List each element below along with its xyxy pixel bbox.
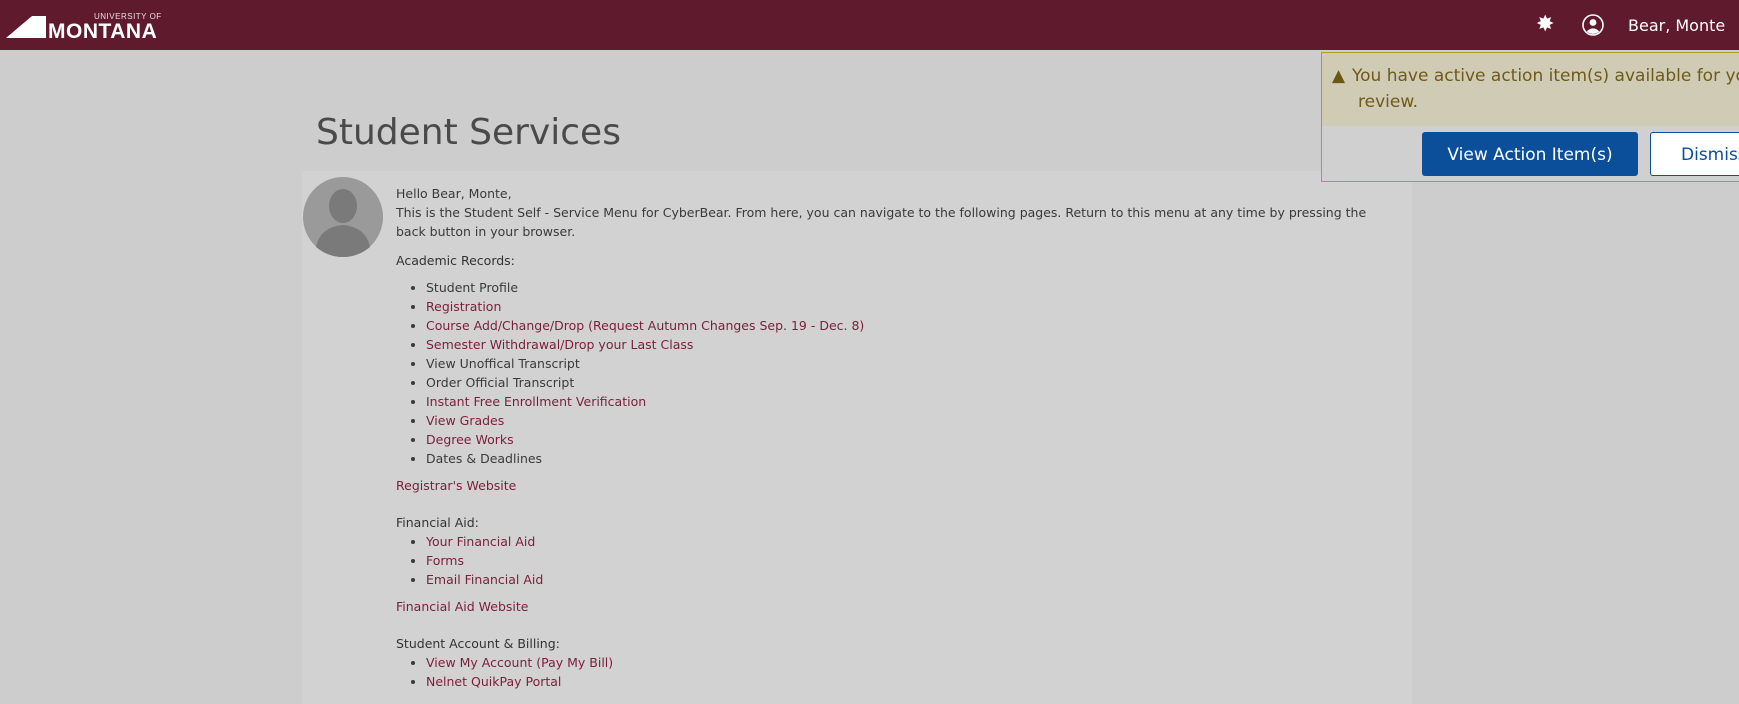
view-grades-link[interactable]: View Grades [426, 413, 504, 428]
list-item: Nelnet QuikPay Portal [426, 672, 1396, 691]
list-item: Student Profile [426, 278, 1396, 297]
list-item: Semester Withdrawal/Drop your Last Class [426, 335, 1396, 354]
official-transcript-link[interactable]: Order Official Transcript [426, 375, 574, 390]
registration-link[interactable]: Registration [426, 299, 501, 314]
nelnet-quikpay-link[interactable]: Nelnet QuikPay Portal [426, 674, 561, 689]
list-item: Instant Free Enrollment Verification [426, 392, 1396, 411]
list-item: Registration [426, 297, 1396, 316]
main-content: Hello Bear, Monte, This is the Student S… [396, 184, 1396, 697]
financial-aid-list: Your Financial Aid Forms Email Financial… [396, 532, 1396, 589]
user-circle-icon[interactable] [1582, 14, 1604, 36]
list-item: View My Account (Pay My Bill) [426, 653, 1396, 672]
dates-deadlines-link[interactable]: Dates & Deadlines [426, 451, 542, 466]
list-item: Course Add/Change/Drop (Request Autumn C… [426, 316, 1396, 335]
page-title: Student Services [316, 112, 621, 153]
course-add-change-drop-link[interactable]: Course Add/Change/Drop (Request Autumn C… [426, 318, 864, 333]
academic-records-list: Student Profile Registration Course Add/… [396, 278, 1396, 468]
academic-records-heading: Academic Records: [396, 253, 515, 268]
top-bar: UNIVERSITY OF MONTANA ✸ Bear, Monte [0, 0, 1739, 50]
financial-aid-website-link[interactable]: Financial Aid Website [396, 597, 1396, 616]
alert-message: ▲ You have active action item(s) availabl… [1332, 63, 1739, 115]
alert-line-2: review. [1358, 92, 1419, 112]
list-item: View Unoffical Transcript [426, 354, 1396, 373]
student-profile-link[interactable]: Student Profile [426, 280, 518, 295]
financial-aid-heading: Financial Aid: [396, 515, 479, 530]
intro-text: This is the Student Self - Service Menu … [396, 205, 1367, 239]
billing-heading: Student Account & Billing: [396, 636, 560, 651]
list-item: Dates & Deadlines [426, 449, 1396, 468]
user-name[interactable]: Bear, Monte [1628, 16, 1725, 35]
registrar-website-link[interactable]: Registrar's Website [396, 476, 1396, 495]
list-item: Forms [426, 551, 1396, 570]
your-financial-aid-link[interactable]: Your Financial Aid [426, 534, 535, 549]
dismiss-button[interactable]: Dismiss [1650, 132, 1739, 176]
list-item: Order Official Transcript [426, 373, 1396, 392]
list-item: Email Financial Aid [426, 570, 1396, 589]
semester-withdrawal-link[interactable]: Semester Withdrawal/Drop your Last Class [426, 337, 693, 352]
university-logo[interactable]: UNIVERSITY OF MONTANA [6, 12, 176, 43]
view-action-items-button[interactable]: View Action Item(s) [1422, 132, 1638, 176]
gear-icon[interactable]: ✸ [1536, 12, 1554, 38]
view-my-account-link[interactable]: View My Account (Pay My Bill) [426, 655, 613, 670]
list-item: Degree Works [426, 430, 1396, 449]
logo-mountain-icon [6, 16, 46, 38]
billing-list: View My Account (Pay My Bill) Nelnet Qui… [396, 653, 1396, 691]
logo-main-text: MONTANA [48, 20, 158, 43]
unofficial-transcript-link[interactable]: View Unoffical Transcript [426, 356, 580, 371]
alert-line-1: You have active action item(s) available… [1352, 66, 1739, 86]
warning-icon: ▲ [1332, 66, 1346, 86]
list-item: View Grades [426, 411, 1396, 430]
greeting: Hello Bear, Monte, [396, 186, 512, 201]
action-items-alert: ▲ You have active action item(s) availabl… [1321, 52, 1739, 182]
avatar [303, 177, 383, 257]
degree-works-link[interactable]: Degree Works [426, 432, 514, 447]
email-financial-aid-link[interactable]: Email Financial Aid [426, 572, 543, 587]
list-item: Your Financial Aid [426, 532, 1396, 551]
enrollment-verification-link[interactable]: Instant Free Enrollment Verification [426, 394, 646, 409]
forms-link[interactable]: Forms [426, 553, 464, 568]
